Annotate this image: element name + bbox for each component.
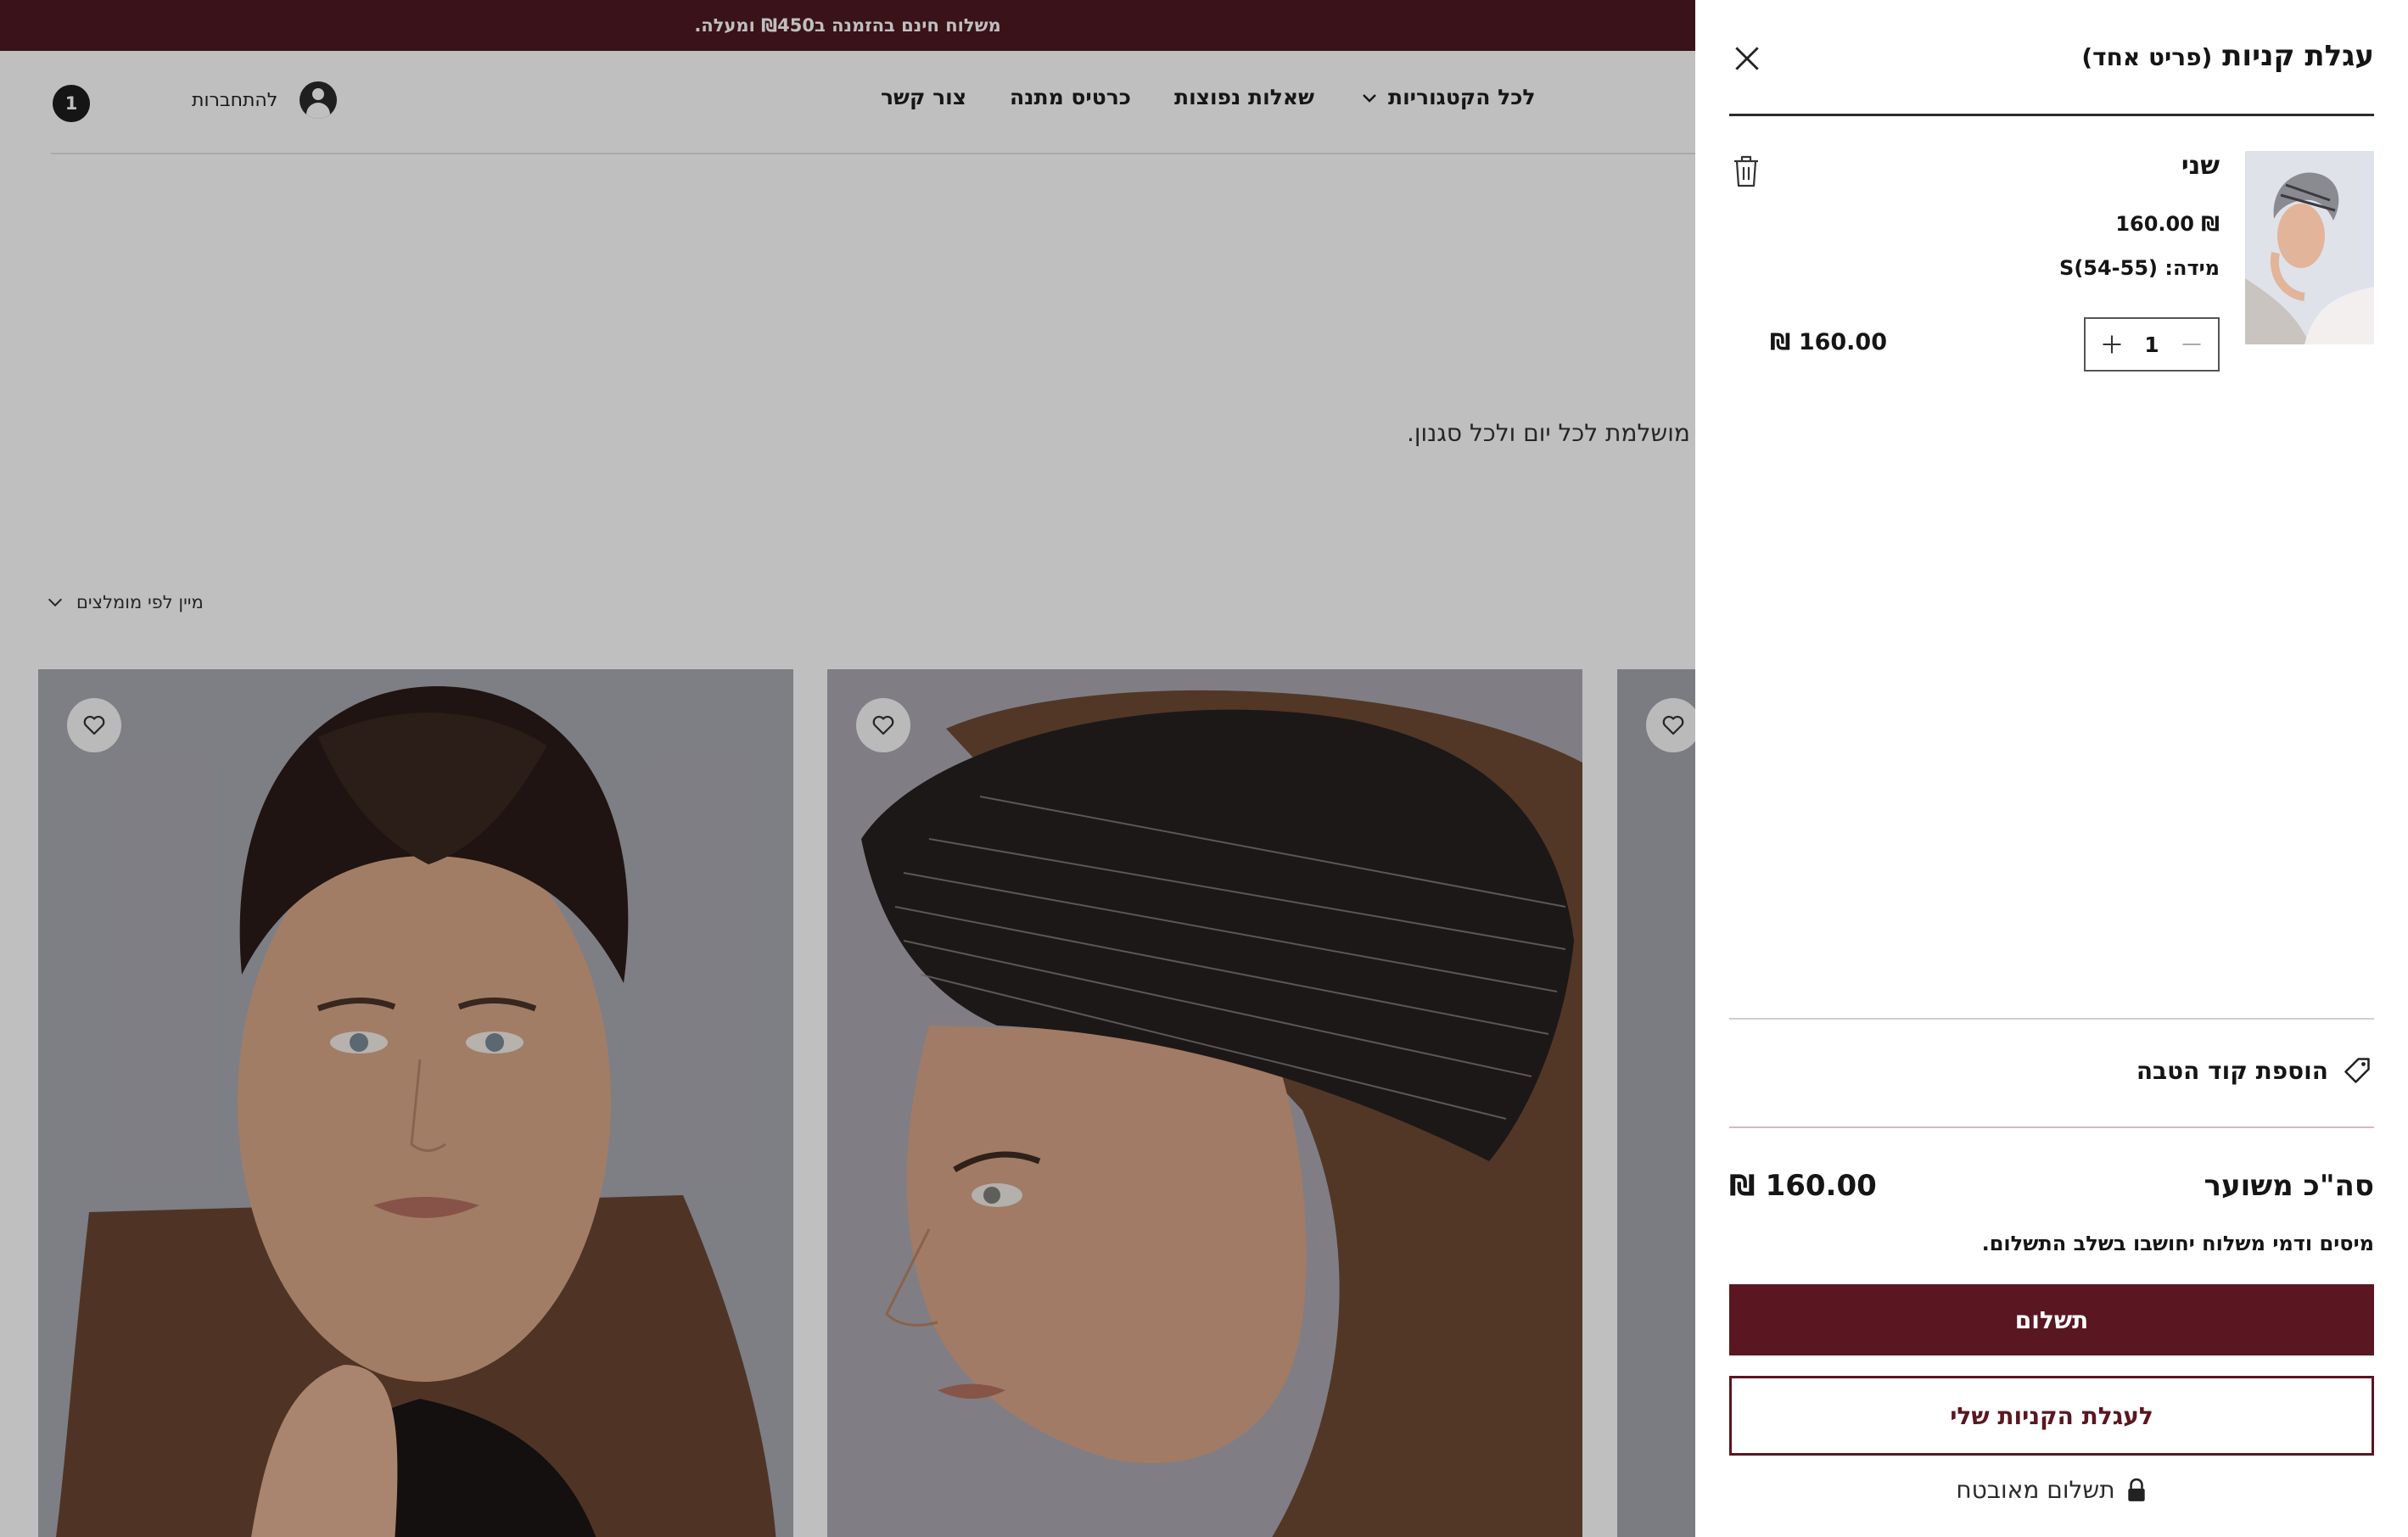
close-button[interactable] xyxy=(1728,39,1767,78)
lock-icon xyxy=(2127,1478,2145,1501)
increase-quantity-button[interactable] xyxy=(2097,330,2126,359)
cart-title: עגלת קניות (פריט אחד) xyxy=(2081,39,2374,73)
cart-item-price: ₪ 160.00 xyxy=(2115,212,2220,236)
cart-item-image xyxy=(2245,151,2374,344)
cart-title-text: עגלת קניות xyxy=(2222,39,2374,73)
tax-shipping-note: מיסים ודמי משלוח יחושבו בשלב התשלום. xyxy=(1981,1232,2374,1255)
cart-item-name[interactable]: שני xyxy=(2181,151,2220,181)
trash-icon xyxy=(1734,155,1758,187)
subtotal-value: ₪ 160.00 xyxy=(1729,1169,1877,1203)
tag-icon xyxy=(2344,1058,2370,1083)
add-promo-code-button[interactable]: הוספת קוד הטבה xyxy=(2136,1055,2372,1086)
cart-footer-divider xyxy=(1729,1018,2374,1020)
cart-drawer: עגלת קניות (פריט אחד) שני ₪ 160.00 מידה:… xyxy=(1695,0,2408,1537)
decrease-quantity-button[interactable] xyxy=(2177,330,2206,359)
secure-label: תשלום מאובטח xyxy=(1956,1476,2115,1504)
modal-backdrop[interactable] xyxy=(0,0,1695,1537)
cart-item-thumbnail[interactable] xyxy=(2245,151,2374,344)
promo-label: הוספת קוד הטבה xyxy=(2136,1056,2328,1085)
cart-item-count: (פריט אחד) xyxy=(2081,43,2213,71)
cart-header-divider xyxy=(1729,114,2374,116)
checkout-button[interactable]: תשלום xyxy=(1729,1284,2374,1355)
quantity-stepper: 1 xyxy=(2084,317,2220,372)
subtotal-label: סה"כ משוער xyxy=(2204,1169,2374,1203)
view-cart-button[interactable]: לעגלת הקניות שלי xyxy=(1729,1376,2374,1456)
store-page: משלוח חינם בהזמנה ב₪450 ומעלה. 1 להתחברו… xyxy=(0,0,1695,1537)
cart-item-line-total: ₪ 160.00 xyxy=(1770,329,1888,355)
cart-item-size: מידה: S(54-55) xyxy=(2059,256,2220,280)
quantity-value[interactable]: 1 xyxy=(2135,333,2169,357)
minus-icon xyxy=(2182,343,2201,346)
promo-divider xyxy=(1729,1126,2374,1128)
remove-item-button[interactable] xyxy=(1731,154,1761,188)
plus-icon xyxy=(2103,335,2121,354)
close-icon xyxy=(1735,47,1759,70)
secure-checkout-note: תשלום מאובטח xyxy=(1695,1476,2408,1504)
